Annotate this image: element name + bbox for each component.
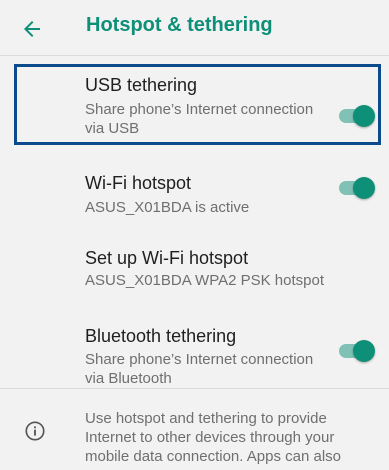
arrow-back-icon[interactable] bbox=[20, 17, 44, 41]
wifi-hotspot-toggle[interactable] bbox=[339, 177, 375, 199]
setup-wifi-hotspot-title: Set up Wi-Fi hotspot bbox=[85, 248, 249, 268]
info-icon bbox=[25, 421, 45, 441]
wifi-hotspot-subtitle: ASUS_X01BDA is active bbox=[85, 199, 250, 216]
wifi-hotspot-item[interactable]: Wi-Fi hotspot ASUS_X01BDA is active bbox=[0, 169, 389, 229]
toggle-thumb bbox=[353, 177, 375, 199]
usb-tethering-title: USB tethering bbox=[85, 75, 198, 95]
usb-tethering-subtitle: Share phone’s Internet connection via US… bbox=[85, 101, 314, 137]
usb-tethering-toggle[interactable] bbox=[339, 105, 375, 127]
bluetooth-tethering-item[interactable]: Bluetooth tethering Share phone’s Intern… bbox=[0, 323, 389, 405]
setup-wifi-hotspot-item[interactable]: Set up Wi-Fi hotspot ASUS_X01BDA WPA2 PS… bbox=[0, 245, 389, 305]
setup-wifi-hotspot-subtitle: ASUS_X01BDA WPA2 PSK hotspot bbox=[85, 272, 325, 289]
divider bbox=[0, 388, 389, 389]
app-bar: Hotspot & tethering bbox=[0, 0, 389, 56]
toggle-thumb bbox=[353, 340, 375, 362]
bluetooth-tethering-toggle[interactable] bbox=[339, 340, 375, 362]
bluetooth-tethering-subtitle: Share phone’s Internet connection via Bl… bbox=[85, 351, 314, 387]
toggle-thumb bbox=[353, 105, 375, 127]
bluetooth-tethering-title: Bluetooth tethering bbox=[85, 326, 237, 346]
page-title: Hotspot & tethering bbox=[86, 14, 273, 36]
info-text: Use hotspot and tethering to provide Int… bbox=[85, 410, 342, 465]
wifi-hotspot-title: Wi-Fi hotspot bbox=[85, 173, 192, 193]
usb-tethering-item[interactable]: USB tethering Share phone’s Internet con… bbox=[0, 73, 389, 155]
